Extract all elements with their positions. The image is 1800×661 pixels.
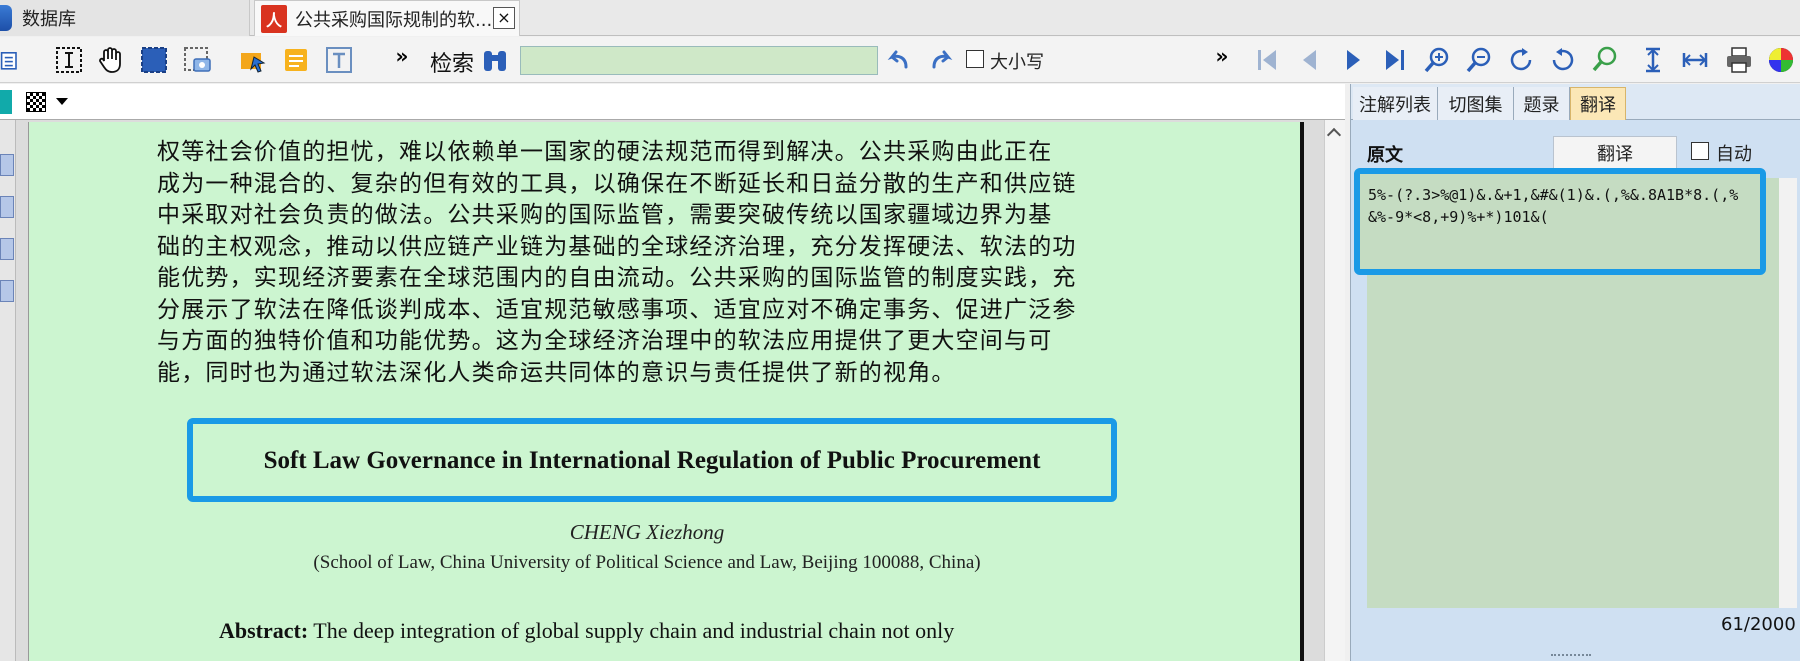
body-text-line: 能，同时也为通过软法深化人类命运共同体的意识与责任提供了新的视角。 — [157, 360, 956, 386]
last-page-icon[interactable] — [1378, 43, 1412, 77]
fit-width-icon[interactable] — [1678, 43, 1712, 77]
author-affiliation: (School of Law, China University of Poli… — [313, 552, 981, 573]
hand-tool-icon[interactable] — [93, 43, 127, 77]
body-text-line: 础的主权观念，推动以供应链产业链为基础的全球经济治理，充分发挥硬法、软法的功 — [157, 234, 1077, 260]
snapshot-select-icon[interactable] — [137, 43, 171, 77]
abstract-label: Abstract: — [219, 618, 309, 643]
first-page-icon[interactable] — [1250, 43, 1284, 77]
original-text: 5%-(?.3>%@1)&.&+1,&#&(1)&.(,%&.8A1B*8.(,… — [1368, 186, 1739, 226]
body-text-line: 与方面的独特价值和功能优势。这为全球经济治理中的软法应用提供了更大空间与可 — [157, 328, 1053, 354]
next-page-icon[interactable] — [1336, 43, 1370, 77]
tab-translate[interactable]: 翻译 — [1570, 87, 1626, 120]
right-side-panel: 注解列表 切图集 题录 翻译 原文 翻译 自动 5%-(?.3>%@1)&.&+… — [1350, 84, 1800, 661]
rotate-clockwise-icon[interactable] — [1504, 43, 1538, 77]
tab-database[interactable]: 数据库 — [0, 0, 250, 36]
highlight-text-icon[interactable] — [236, 43, 270, 77]
auto-translate-checkbox[interactable] — [1691, 142, 1709, 160]
select-text-icon[interactable] — [52, 43, 86, 77]
original-text-box[interactable]: 5%-(?.3>%@1)&.&+1,&#&(1)&.(,%&.8A1B*8.(,… — [1354, 168, 1766, 275]
body-text-line: 成为一种混合的、复杂的但有效的工具，以确保在不断延长和日益分散的生产和供应链 — [157, 171, 1077, 197]
search-input[interactable] — [520, 46, 878, 75]
print-icon[interactable] — [1722, 43, 1756, 77]
search-previous-icon[interactable] — [882, 43, 916, 77]
pages-panel-icon[interactable] — [0, 154, 14, 176]
english-title: Soft Law Governance in International Reg… — [263, 447, 1041, 474]
zoom-out-icon[interactable] — [1462, 43, 1496, 77]
original-text-label: 原文 — [1367, 145, 1403, 166]
text-box-icon[interactable] — [322, 43, 356, 77]
translate-button[interactable]: 翻译 — [1553, 136, 1677, 170]
main-toolbar: » 检索 大小写 » — [0, 37, 1800, 83]
auto-translate-label: 自动 — [1716, 144, 1752, 165]
database-icon — [0, 5, 12, 31]
zoom-in-icon[interactable] — [1420, 43, 1454, 77]
character-counter: 61/2000 — [1721, 614, 1796, 635]
search-next-icon[interactable] — [924, 43, 958, 77]
search-label: 检索 — [430, 52, 475, 77]
case-sensitive-label: 大小写 — [990, 52, 1044, 73]
tab-pdf-label: 公共采购国际规制的软... — [295, 9, 493, 31]
body-text-line: 分展示了软法在降低谈判成本、适宜规范敏感事项、适宜应对不确定事务、促进广泛参 — [157, 297, 1077, 323]
more-nav-icon[interactable]: » — [1212, 39, 1232, 73]
text-area-scrollbar[interactable] — [1779, 178, 1797, 608]
tab-snapshots[interactable]: 切图集 — [1438, 87, 1514, 120]
rotate-counterclockwise-icon[interactable] — [1546, 43, 1580, 77]
tab-pdf-document[interactable]: 人 公共采购国际规制的软... × — [254, 0, 520, 36]
abstract-text: The deep integration of global supply ch… — [308, 618, 955, 643]
fill-pattern-icon[interactable] — [26, 92, 46, 112]
author-name: CHENG Xiezhong — [569, 520, 725, 544]
chevron-down-icon[interactable] — [56, 98, 68, 105]
binoculars-icon[interactable] — [478, 43, 512, 77]
document-scrollbar[interactable] — [1324, 120, 1345, 661]
tab-database-label: 数据库 — [22, 9, 76, 30]
right-panel-tabs: 注解列表 切图集 题录 翻译 — [1351, 84, 1800, 120]
case-sensitive-checkbox[interactable] — [966, 50, 984, 68]
outline-icon[interactable] — [0, 43, 24, 77]
color-swatch-icon[interactable] — [0, 90, 12, 114]
layers-panel-icon[interactable] — [0, 280, 14, 302]
camera-icon[interactable] — [180, 43, 214, 77]
resize-grip[interactable] — [1551, 654, 1591, 658]
note-icon[interactable] — [279, 43, 313, 77]
body-text-line: 权等社会价值的担忧，难以依赖单一国家的硬法规范而得到解决。公共采购由此正在 — [157, 139, 1053, 165]
title-selection-box[interactable]: Soft Law Governance in International Reg… — [187, 418, 1117, 502]
fit-height-icon[interactable] — [1636, 43, 1670, 77]
document-tab-bar: 数据库 人 公共采购国际规制的软... × — [0, 0, 1800, 36]
actual-size-icon[interactable] — [1588, 43, 1622, 77]
tab-annotation-list[interactable]: 注解列表 — [1353, 87, 1438, 120]
left-side-strip — [0, 120, 16, 661]
pdf-icon: 人 — [261, 4, 287, 33]
tab-citation[interactable]: 题录 — [1514, 87, 1570, 120]
close-tab-button[interactable]: × — [493, 7, 515, 29]
annotation-style-bar — [0, 84, 1345, 120]
abstract-line: Abstract: The deep integration of global… — [219, 618, 1159, 644]
annotations-panel-icon[interactable] — [0, 238, 14, 260]
body-text-line: 中采取对社会负责的做法。公共采购的国际监管，需要突破传统以国家疆域边界为基 — [157, 202, 1053, 228]
previous-page-icon[interactable] — [1292, 43, 1326, 77]
color-wheel-icon[interactable] — [1764, 43, 1798, 77]
scroll-up-icon[interactable] — [1326, 127, 1342, 143]
document-viewer: 权等社会价值的担忧，难以依赖单一国家的硬法规范而得到解决。公共采购由此正在 成为… — [16, 120, 1345, 661]
more-tools-icon[interactable]: » — [392, 39, 412, 73]
pdf-page: 权等社会价值的担忧，难以依赖单一国家的硬法规范而得到解决。公共采购由此正在 成为… — [28, 122, 1304, 661]
body-text-line: 能优势，实现经济要素在全球范围内的自由流动。公共采购的国际监管的制度实践，充 — [157, 265, 1077, 291]
bookmarks-panel-icon[interactable] — [0, 196, 14, 218]
